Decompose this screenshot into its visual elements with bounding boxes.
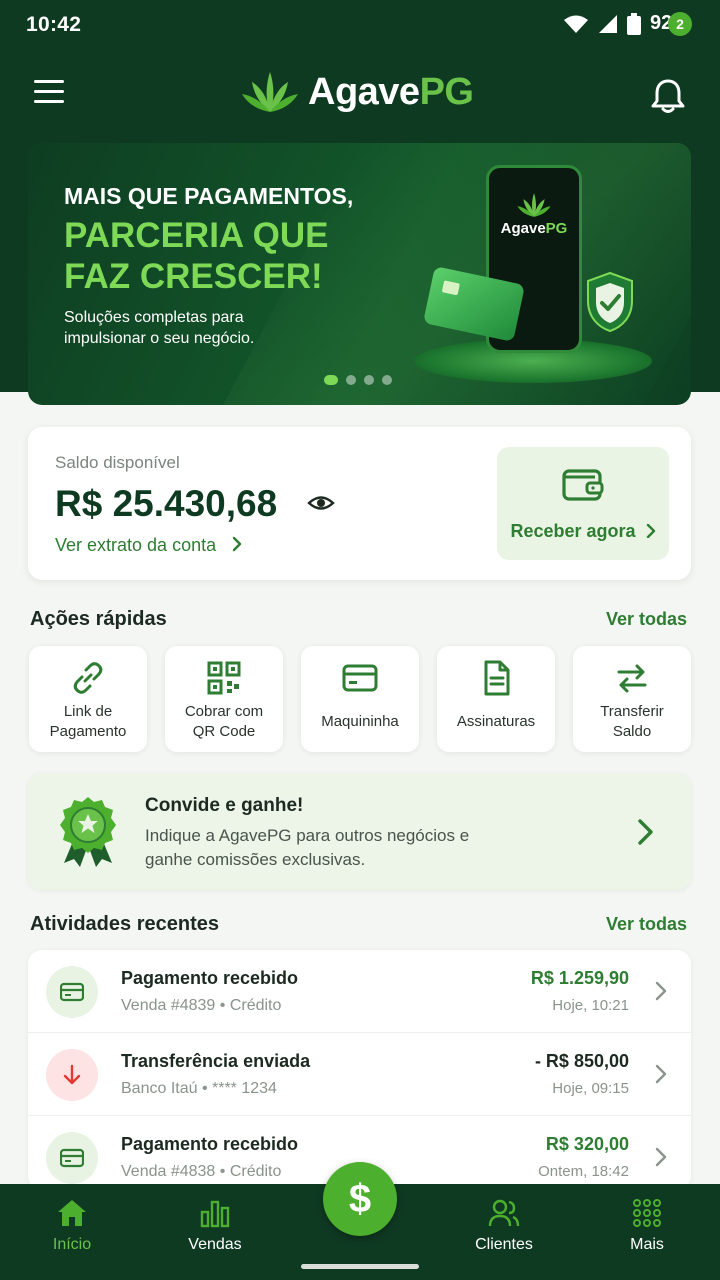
card-machine-icon bbox=[342, 664, 378, 692]
quick-action-label: Assinaturas bbox=[456, 713, 536, 730]
carousel-dot[interactable] bbox=[324, 375, 338, 385]
link-icon bbox=[73, 662, 103, 694]
nav-item-clients[interactable]: Clientes bbox=[449, 1198, 559, 1254]
wallet-icon bbox=[562, 469, 604, 501]
agave-leaf-icon bbox=[517, 193, 551, 217]
credit-card-icon bbox=[60, 982, 84, 1002]
grid-icon bbox=[633, 1199, 661, 1227]
activity-row[interactable]: Transferência enviada Banco Itaú • **** … bbox=[28, 1033, 691, 1116]
activity-list: Pagamento recebido Venda #4839 • Crédito… bbox=[28, 950, 691, 1190]
quick-action-payment-link[interactable]: Link de Pagamento bbox=[29, 646, 147, 752]
bar-chart-icon bbox=[200, 1200, 230, 1228]
agave-leaf-icon bbox=[242, 72, 298, 112]
activity-icon bbox=[46, 1132, 98, 1184]
shield-check-icon bbox=[587, 271, 633, 333]
banner-headline: MAIS QUE PAGAMENTOS, bbox=[64, 183, 354, 209]
banner-highlight: PARCERIA QUE FAZ CRESCER! bbox=[64, 216, 329, 296]
quick-action-subscriptions[interactable]: Assinaturas bbox=[437, 646, 555, 752]
invite-title: Convide e ganhe! bbox=[145, 795, 304, 816]
activity-row[interactable]: Pagamento recebido Venda #4839 • Crédito… bbox=[28, 950, 691, 1033]
balance-value: R$ 25.430,68 bbox=[55, 483, 278, 524]
home-icon bbox=[58, 1200, 86, 1226]
chevron-right-icon bbox=[655, 1064, 667, 1084]
activity-subtitle: Venda #4839 • Crédito bbox=[121, 997, 282, 1014]
activity-icon bbox=[46, 966, 98, 1018]
activity-title: Pagamento recebido bbox=[121, 968, 299, 988]
eye-icon[interactable] bbox=[307, 489, 335, 517]
quick-action-label: Link de Pagamento bbox=[49, 703, 127, 740]
promo-banner[interactable]: MAIS QUE PAGAMENTOS, PARCERIA QUE FAZ CR… bbox=[28, 143, 691, 405]
quick-action-label: Cobrar com QR Code bbox=[184, 703, 264, 740]
chevron-right-icon bbox=[655, 1147, 667, 1167]
chevron-right-icon bbox=[655, 981, 667, 1001]
notification-badge: 2 bbox=[668, 12, 692, 36]
bell-icon[interactable] bbox=[648, 76, 688, 116]
app-header: AgavePG bbox=[0, 58, 720, 134]
wifi-icon bbox=[563, 15, 588, 33]
carousel-dot[interactable] bbox=[382, 375, 392, 385]
transfer-icon bbox=[617, 664, 647, 693]
nav-label: Vendas bbox=[188, 1236, 242, 1253]
activity-amount: R$ 320,00 bbox=[545, 1134, 629, 1154]
status-time: 10:42 bbox=[26, 13, 82, 36]
receive-now-label: Receber agora bbox=[497, 521, 669, 542]
statement-link-label: Ver extrato da conta bbox=[55, 535, 217, 555]
users-icon bbox=[488, 1199, 520, 1227]
balance-label: Saldo disponível bbox=[55, 453, 180, 472]
status-bar: 10:42 92% bbox=[0, 0, 720, 52]
chevron-right-icon bbox=[638, 819, 653, 845]
activity-title: Pagamento recebido bbox=[121, 1134, 299, 1154]
logo: AgavePG bbox=[240, 70, 474, 114]
nav-label: Clientes bbox=[475, 1236, 533, 1253]
balance-card: Saldo disponível R$ 25.430,68 Ver extrat… bbox=[28, 427, 691, 580]
activity-icon bbox=[46, 1049, 98, 1101]
recent-activities-see-all[interactable]: Ver todas bbox=[606, 914, 687, 935]
activity-subtitle: Venda #4838 • Crédito bbox=[121, 1163, 282, 1180]
home-indicator[interactable] bbox=[301, 1264, 419, 1269]
invite-text: Indique a AgavePG para outros negócios e… bbox=[145, 826, 470, 869]
logo-text: AgavePG bbox=[308, 70, 474, 113]
activity-amount: - R$ 850,00 bbox=[534, 1051, 629, 1071]
receive-now-button[interactable]: Receber agora bbox=[497, 447, 669, 560]
qr-code-icon bbox=[207, 661, 241, 695]
quick-action-card-machine[interactable]: Maquininha bbox=[301, 646, 419, 752]
nav-item-sales[interactable]: Vendas bbox=[160, 1198, 270, 1254]
nav-label: Mais bbox=[630, 1236, 664, 1253]
carousel-dot[interactable] bbox=[346, 375, 356, 385]
activity-title: Transferência enviada bbox=[121, 1051, 311, 1071]
menu-button[interactable] bbox=[34, 80, 68, 108]
signal-icon bbox=[598, 14, 617, 33]
activity-amount: R$ 1.259,90 bbox=[530, 968, 629, 988]
battery-icon bbox=[626, 12, 641, 35]
activity-time: Ontem, 18:42 bbox=[538, 1163, 629, 1180]
banner-subtitle: Soluções completas para impulsionar o se… bbox=[64, 309, 255, 347]
chevron-right-icon bbox=[646, 523, 655, 539]
carousel-dot[interactable] bbox=[364, 375, 374, 385]
award-badge-icon bbox=[60, 797, 116, 867]
quick-actions-title: Ações rápidas bbox=[30, 608, 167, 630]
quick-action-label: Maquininha bbox=[321, 713, 399, 730]
carousel-indicator bbox=[324, 375, 392, 385]
activity-time: Hoje, 09:15 bbox=[552, 1080, 629, 1097]
recent-activities-title: Atividades recentes bbox=[30, 913, 219, 935]
quick-action-qr-code[interactable]: Cobrar com QR Code bbox=[165, 646, 283, 752]
credit-card-icon bbox=[60, 1148, 84, 1168]
nav-item-home[interactable]: Início bbox=[17, 1198, 127, 1254]
phone-logo-text: AgavePG bbox=[500, 220, 568, 237]
activity-subtitle: Banco Itaú • **** 1234 bbox=[121, 1080, 277, 1097]
invite-card[interactable]: Convide e ganhe! Indique a AgavePG para … bbox=[28, 773, 691, 890]
quick-actions-see-all[interactable]: Ver todas bbox=[606, 609, 687, 630]
nav-label: Início bbox=[52, 1236, 92, 1253]
payment-fab-button[interactable]: $ bbox=[323, 1162, 397, 1236]
document-icon bbox=[484, 660, 510, 696]
quick-action-transfer[interactable]: Transferir Saldo bbox=[573, 646, 691, 752]
statement-link[interactable]: Ver extrato da conta bbox=[55, 535, 243, 556]
activity-time: Hoje, 10:21 bbox=[552, 997, 629, 1014]
arrow-down-icon bbox=[63, 1064, 81, 1085]
nav-item-more[interactable]: Mais bbox=[592, 1198, 702, 1254]
chevron-right-icon bbox=[232, 536, 242, 552]
quick-action-label: Transferir Saldo bbox=[600, 703, 664, 740]
